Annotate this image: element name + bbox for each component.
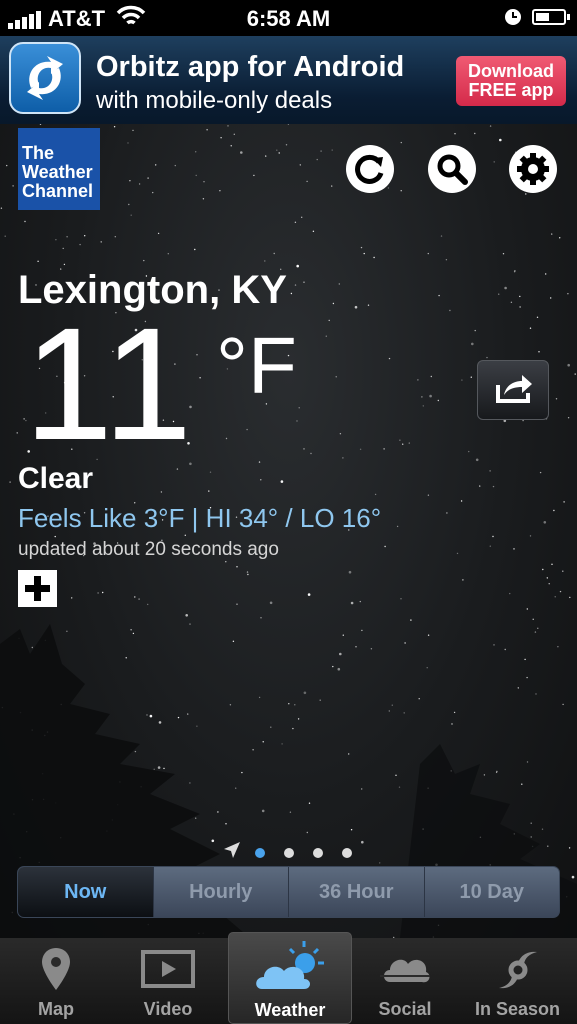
tab-label-map: Map: [38, 999, 74, 1019]
ad-download-button[interactable]: Download FREE app: [456, 56, 566, 106]
video-icon: [141, 950, 195, 988]
search-button[interactable]: [428, 145, 476, 193]
tab-video[interactable]: Video: [112, 938, 224, 1024]
ad-banner[interactable]: Orbitz app for Android with mobile-only …: [0, 36, 577, 124]
alarm-clock-icon: [505, 9, 521, 25]
ad-subtitle: with mobile-only deals: [96, 87, 333, 114]
feels-like-hi-lo: Feels Like 3°F | HI 34° / LO 16°: [18, 503, 382, 533]
status-time: 6:58 AM: [246, 6, 331, 31]
ad-cta-line1: Download: [468, 61, 554, 81]
weather-condition: Clear: [18, 462, 94, 495]
add-location-button[interactable]: [18, 570, 57, 607]
current-temperature: 11: [24, 294, 195, 473]
tab-weather[interactable]: Weather: [228, 932, 352, 1024]
tab-in-season[interactable]: In Season: [458, 938, 577, 1024]
weather-background: The Weather Channel Lexington, KY 11 °F: [0, 124, 577, 938]
updated-timestamp: updated about 20 seconds ago: [18, 539, 279, 560]
search-icon: [437, 154, 468, 185]
page-dot-2[interactable]: [284, 848, 294, 858]
segment-10-day[interactable]: 10 Day: [423, 867, 560, 917]
segment-now[interactable]: Now: [18, 867, 153, 917]
share-button[interactable]: [477, 360, 549, 420]
refresh-button[interactable]: [346, 145, 394, 193]
page-dot-4[interactable]: [342, 848, 352, 858]
map-pin-icon: [42, 948, 70, 990]
tab-map[interactable]: Map: [0, 938, 112, 1024]
gear-icon: [517, 153, 549, 185]
hurricane-icon: [498, 951, 537, 989]
battery-icon: [532, 9, 570, 25]
orbitz-logo-icon: [9, 42, 81, 114]
page-dot-1[interactable]: [255, 848, 265, 858]
social-icon: [380, 959, 430, 983]
ad-title: Orbitz app for Android: [96, 51, 405, 83]
logo-line-2: Weather: [22, 162, 93, 182]
status-bar: AT&T 6:58 AM: [0, 0, 577, 36]
tab-label-video: Video: [143, 999, 193, 1019]
tab-label-in-season: In Season: [474, 999, 561, 1019]
page-dot-3[interactable]: [313, 848, 323, 858]
tab-social[interactable]: Social: [352, 938, 458, 1024]
share-icon: [496, 375, 532, 403]
temperature-unit: °F: [216, 321, 297, 410]
settings-button[interactable]: [509, 145, 557, 193]
forecast-segmented-control: Now Hourly 36 Hour 10 Day: [17, 866, 560, 918]
segment-hourly[interactable]: Hourly: [152, 867, 289, 917]
logo-line-3: Channel: [22, 181, 94, 201]
segment-36-hour[interactable]: 36 Hour: [288, 867, 424, 917]
tab-label-weather: Weather: [254, 1000, 326, 1020]
logo-line-1: The: [22, 143, 55, 163]
ad-cta-line2: FREE app: [468, 80, 554, 100]
refresh-icon: [355, 154, 384, 184]
weather-icon: [256, 941, 324, 989]
weather-channel-logo: The Weather Channel: [18, 128, 100, 210]
location-arrow-icon: [224, 842, 240, 858]
tab-label-social: Social: [378, 999, 432, 1019]
bottom-tab-bar: Map Video Weather Social In Season: [0, 932, 577, 1024]
